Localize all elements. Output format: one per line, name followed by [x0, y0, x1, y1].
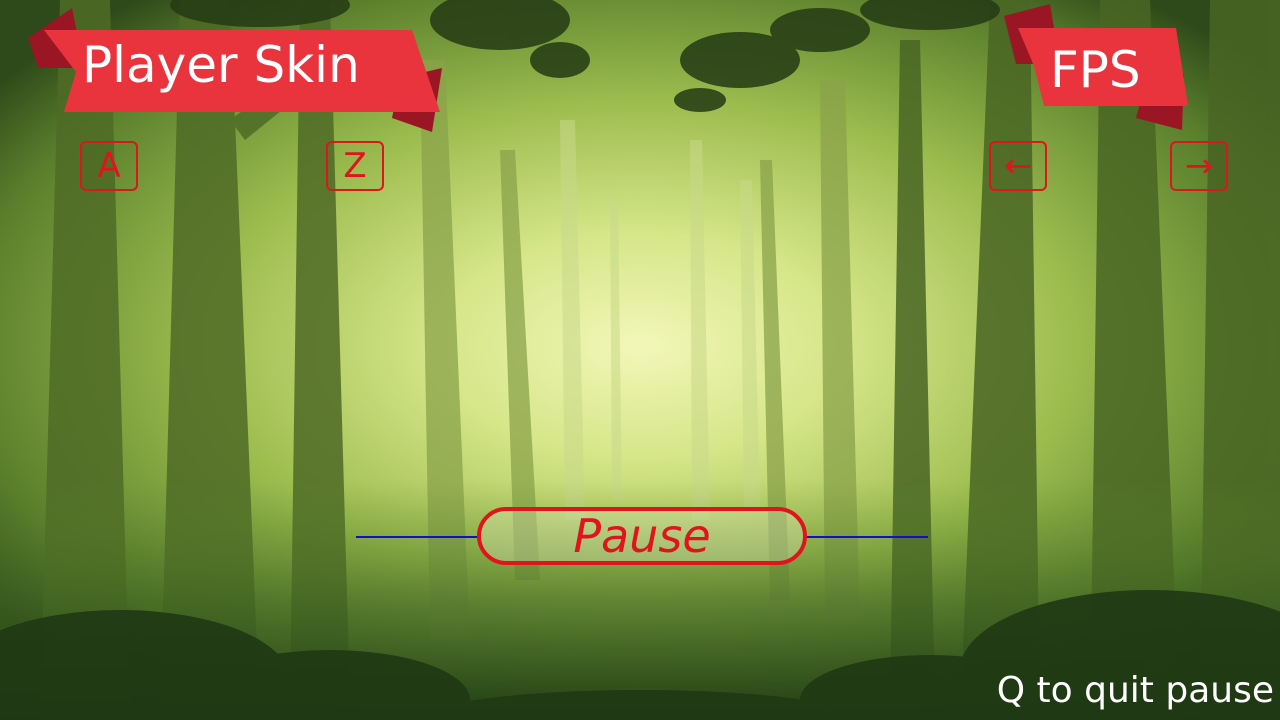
right-arrow-icon: →: [1184, 146, 1214, 186]
pause-indicator: Pause: [477, 507, 807, 565]
fps-label: FPS: [1050, 41, 1141, 99]
fps-banner: FPS: [1004, 4, 1188, 132]
pause-divider-left: [356, 536, 478, 538]
pause-divider-right: [806, 536, 928, 538]
player-skin-label: Player Skin: [82, 36, 360, 94]
left-arrow-icon: ←: [1003, 146, 1033, 186]
player-skin-banner: Player Skin: [28, 8, 444, 134]
skin-prev-key-button[interactable]: A: [80, 141, 138, 191]
pause-label: Pause: [573, 509, 711, 563]
skin-next-key-button[interactable]: Z: [326, 141, 384, 191]
fps-decrease-key-button[interactable]: ←: [989, 141, 1047, 191]
fps-increase-key-button[interactable]: →: [1170, 141, 1228, 191]
quit-pause-hint: Q to quit pause: [996, 670, 1274, 711]
